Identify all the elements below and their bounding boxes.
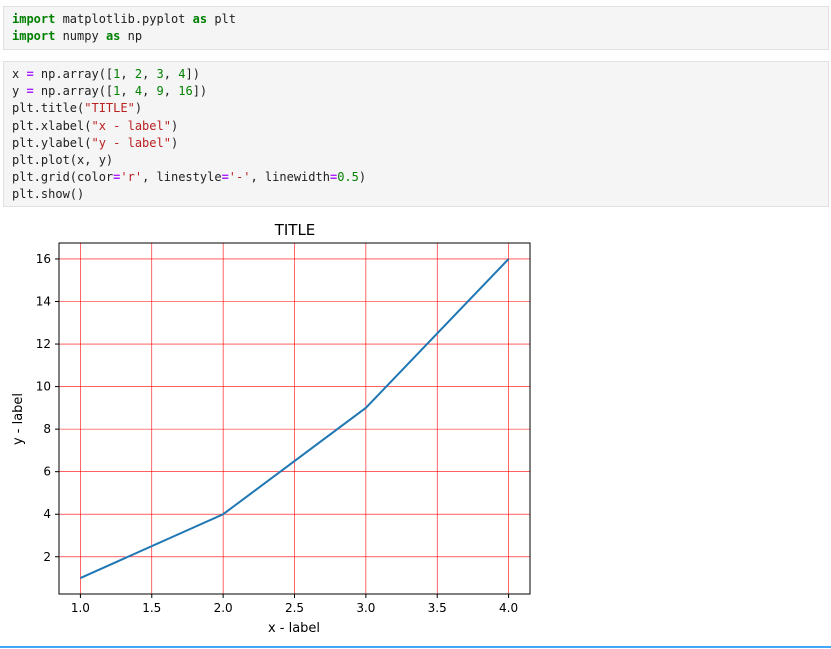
code-token: )	[134, 101, 143, 116]
code-cell-imports[interactable]: import matplotlib.pyplot as plt import nu…	[3, 6, 829, 50]
chart-title: TITLE	[274, 221, 316, 239]
y-axis-label: y - label	[11, 393, 26, 445]
code-token: import	[12, 12, 56, 26]
code-token: 9	[156, 84, 164, 99]
x-tick-label: 2.0	[214, 601, 233, 615]
code-token: "y - label"	[91, 135, 171, 150]
y-tick-label: 4	[43, 507, 51, 521]
code-line: plt.ylabel("y - label")	[12, 135, 820, 152]
y-tick-label: 14	[36, 295, 51, 309]
code-token: plt.ylabel(	[12, 135, 92, 150]
code-token: as	[192, 12, 208, 26]
y-tick-label: 10	[36, 380, 51, 394]
code-token: =	[26, 84, 34, 99]
code-token: ,	[142, 67, 157, 81]
grid	[59, 243, 530, 594]
y-tick-label: 2	[43, 550, 51, 564]
code-line: plt.plot(x, y)	[12, 152, 820, 169]
y-tick-label: 12	[36, 337, 51, 351]
code-token: plt.grid(color	[12, 170, 114, 185]
y-tick-label: 6	[43, 465, 51, 479]
code-token: '-'	[228, 170, 251, 185]
code-token: ])	[192, 84, 208, 99]
code-token: 16	[178, 84, 193, 99]
line-chart: TITLE 1.0 1.5 2.0 2.5 3.0 3.5 4.0 2 4 6 8 10 12 14 16…	[11, 221, 531, 636]
x-tick-label: 2.5	[285, 601, 304, 615]
code-token: 4	[134, 84, 143, 99]
code-token: ,	[120, 67, 135, 81]
code-token: plt	[207, 12, 236, 26]
code-cell-plot[interactable]: x = np.array([1, 2, 3, 4]) y = np.array([…	[3, 61, 829, 207]
code-token: )	[170, 135, 179, 150]
code-token: import	[12, 29, 56, 44]
cell-output: TITLE 1.0 1.5 2.0 2.5 3.0 3.5 4.0 2 4 6 8 10 12 14 16…	[8, 212, 548, 641]
code-token: 'r'	[120, 170, 143, 185]
x-axis-label: x - label	[268, 621, 320, 636]
code-token: x	[12, 67, 27, 81]
code-token: plt.show()	[12, 187, 85, 202]
y-tick-label: 8	[43, 422, 51, 436]
x-tick-label: 1.5	[142, 601, 161, 615]
code-token: ,	[120, 84, 135, 99]
x-tick-label: 4.0	[499, 601, 518, 615]
code-token: np.array([	[33, 67, 114, 81]
code-token: ,	[163, 84, 179, 99]
code-token: plt.plot(x, y)	[12, 152, 114, 167]
code-token: ,	[163, 67, 179, 81]
code-token: , linestyle	[142, 170, 222, 185]
code-line: import matplotlib.pyplot as plt	[12, 11, 820, 28]
code-line: import numpy as np	[12, 28, 820, 45]
y-ticks: 2 4 6 8 10 12 14 16	[36, 252, 59, 564]
code-token: ])	[185, 67, 200, 81]
x-tick-label: 3.0	[356, 601, 375, 615]
code-token: y	[12, 84, 27, 99]
cell-divider	[0, 646, 831, 648]
code-token: plt.xlabel(	[12, 118, 92, 133]
code-token: plt.title(	[12, 101, 85, 116]
code-token: 3	[156, 67, 164, 81]
y-tick-label: 16	[36, 252, 51, 266]
x-ticks: 1.0 1.5 2.0 2.5 3.0 3.5 4.0	[71, 594, 518, 615]
code-token: =	[26, 67, 34, 81]
code-line: plt.title("TITLE")	[12, 100, 820, 117]
code-token: numpy	[55, 29, 106, 44]
code-line: plt.show()	[12, 186, 820, 203]
code-token: 2	[134, 67, 143, 81]
code-line: plt.grid(color='r', linestyle='-', linew…	[12, 169, 820, 186]
code-token: , linewidth	[250, 170, 330, 185]
code-line: x = np.array([1, 2, 3, 4])	[12, 66, 820, 83]
code-token: ,	[142, 84, 157, 99]
code-token: 0.5	[337, 170, 359, 185]
code-token: np.array([	[33, 84, 114, 99]
code-token: np	[120, 29, 143, 44]
code-token: "x - label"	[91, 118, 171, 133]
code-line: plt.xlabel("x - label")	[12, 118, 820, 135]
code-token: )	[358, 170, 367, 185]
code-token: =	[221, 170, 229, 185]
code-token: "TITLE"	[84, 101, 135, 116]
x-tick-label: 3.5	[428, 601, 447, 615]
code-token: as	[105, 29, 121, 44]
x-tick-label: 1.0	[71, 601, 90, 615]
code-token: matplotlib.pyplot	[55, 12, 193, 26]
code-token: )	[170, 118, 179, 133]
code-line: y = np.array([1, 4, 9, 16])	[12, 83, 820, 100]
